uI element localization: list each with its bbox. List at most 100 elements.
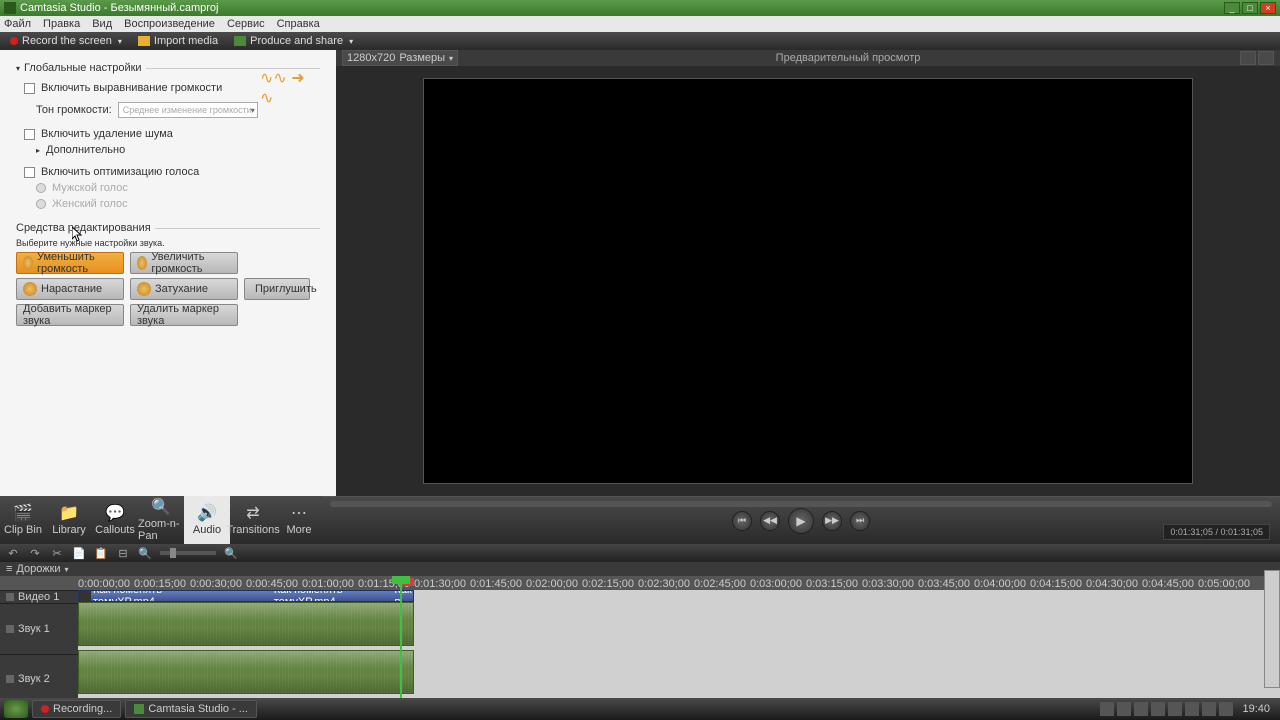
tone-label: Тон громкости: bbox=[36, 104, 112, 116]
noise-removal-label: Включить удаление шума bbox=[41, 128, 173, 140]
video-clip[interactable]: Как поменять темуXP.mp4Как поменять тему… bbox=[78, 590, 414, 602]
menu-bar: Файл Правка Вид Воспроизведение Сервис С… bbox=[0, 16, 1280, 32]
close-button[interactable]: × bbox=[1260, 2, 1276, 14]
video-canvas bbox=[423, 78, 1193, 484]
tray-icon[interactable] bbox=[1151, 702, 1165, 716]
fade-in-button[interactable]: Нарастание bbox=[16, 278, 124, 300]
timeline-vscroll[interactable] bbox=[1264, 570, 1280, 688]
left-panel: ▾Глобальные настройки Включить выравнива… bbox=[0, 50, 336, 496]
cut-button[interactable]: ✂ bbox=[50, 546, 64, 560]
volume-up-icon bbox=[137, 256, 147, 270]
preview-option1-button[interactable] bbox=[1240, 51, 1256, 65]
timeline-area[interactable]: 0:00:00;000:00:15;000:00:30;000:00:45;00… bbox=[78, 576, 1280, 704]
voice-optimize-checkbox[interactable] bbox=[24, 167, 35, 178]
step-fwd-button[interactable]: ▶▶ bbox=[822, 511, 842, 531]
edit-tools-header: Средства редактирования bbox=[16, 222, 320, 234]
tray-icon[interactable] bbox=[1202, 702, 1216, 716]
tab-clip-bin[interactable]: 🎬Clip Bin bbox=[0, 496, 46, 544]
track-video-1[interactable]: Видео 1 bbox=[0, 590, 78, 603]
fade-out-button[interactable]: Затухание bbox=[130, 278, 238, 300]
step-back-button[interactable]: ◀◀ bbox=[760, 511, 780, 531]
windows-taskbar: Recording... Camtasia Studio - ... 19:40 bbox=[0, 698, 1280, 720]
add-marker-button[interactable]: Добавить маркер звука bbox=[16, 304, 124, 326]
preview-title: Предварительный просмотр bbox=[458, 52, 1238, 64]
preview-option2-button[interactable] bbox=[1258, 51, 1274, 65]
female-voice-radio bbox=[36, 199, 46, 209]
next-button[interactable]: ⏭ bbox=[850, 511, 870, 531]
record-screen-button[interactable]: Record the screen▾ bbox=[4, 33, 128, 49]
transitions-icon: ⇄ bbox=[242, 504, 264, 522]
tab-transitions[interactable]: ⇄Transitions bbox=[230, 496, 276, 544]
track-audio-1[interactable]: Звук 1 bbox=[0, 603, 78, 654]
preview-panel: 1280x720 Размеры ▾ Предварительный просм… bbox=[336, 50, 1280, 496]
tab-audio[interactable]: 🔊Audio bbox=[184, 496, 230, 544]
import-media-button[interactable]: Import media bbox=[132, 33, 224, 49]
volume-down-button[interactable]: Уменьшить громкость bbox=[16, 252, 124, 274]
minimize-button[interactable]: _ bbox=[1224, 2, 1240, 14]
menu-service[interactable]: Сервис bbox=[227, 18, 265, 30]
playhead[interactable] bbox=[400, 576, 402, 704]
taskbar-recording[interactable]: Recording... bbox=[32, 700, 121, 718]
male-voice-radio bbox=[36, 183, 46, 193]
waveform-icon: ∿∿ ➜ ∿ bbox=[260, 78, 320, 98]
menu-view[interactable]: Вид bbox=[92, 18, 112, 30]
taskbar-clock[interactable]: 19:40 bbox=[1236, 703, 1276, 715]
record-icon bbox=[10, 37, 18, 45]
delete-marker-button[interactable]: Удалить маркер звука bbox=[130, 304, 238, 326]
zoom-in-button[interactable]: 🔍 bbox=[224, 546, 238, 560]
zoom-out-button[interactable]: 🔍 bbox=[138, 546, 152, 560]
audio-clip-1[interactable] bbox=[78, 602, 414, 646]
voice-optimize-label: Включить оптимизацию голоса bbox=[41, 166, 199, 178]
timecode-display: 0:01:31;05 / 0:01:31;05 bbox=[1163, 524, 1270, 540]
timeline-toolbar: ↶ ↷ ✂ 📄 📋 ⊟ 🔍 🔍 bbox=[0, 544, 1280, 562]
audio-icon: 🔊 bbox=[196, 504, 218, 522]
track-audio-2[interactable]: Звук 2 bbox=[0, 654, 78, 705]
advanced-toggle[interactable]: ▸Дополнительно bbox=[36, 144, 320, 156]
tray-icon[interactable] bbox=[1168, 702, 1182, 716]
tab-bar: 🎬Clip Bin 📁Library 💬Callouts 🔍Zoom-n-Pan… bbox=[0, 496, 1280, 544]
menu-playback[interactable]: Воспроизведение bbox=[124, 18, 215, 30]
tab-more[interactable]: ⋯More bbox=[276, 496, 322, 544]
time-ruler[interactable]: 0:00:00;000:00:15;000:00:30;000:00:45;00… bbox=[78, 576, 1280, 590]
copy-button[interactable]: 📄 bbox=[72, 546, 86, 560]
zoom-slider[interactable] bbox=[160, 551, 216, 555]
main-toolbar: Record the screen▾ Import media Produce … bbox=[0, 32, 1280, 50]
tone-combo[interactable]: Среднее изменение громкости bbox=[118, 102, 258, 118]
more-icon: ⋯ bbox=[288, 504, 310, 522]
split-button[interactable]: ⊟ bbox=[116, 546, 130, 560]
tray-icon[interactable] bbox=[1134, 702, 1148, 716]
produce-share-button[interactable]: Produce and share▾ bbox=[228, 33, 359, 49]
menu-file[interactable]: Файл bbox=[4, 18, 31, 30]
app-title: Camtasia Studio - Безымянный.camproj bbox=[20, 2, 218, 14]
tab-library[interactable]: 📁Library bbox=[46, 496, 92, 544]
tab-callouts[interactable]: 💬Callouts bbox=[92, 496, 138, 544]
redo-button[interactable]: ↷ bbox=[28, 546, 42, 560]
undo-button[interactable]: ↶ bbox=[6, 546, 20, 560]
share-icon bbox=[234, 36, 246, 46]
tray-icon[interactable] bbox=[1100, 702, 1114, 716]
noise-removal-checkbox[interactable] bbox=[24, 129, 35, 140]
volume-leveling-checkbox[interactable] bbox=[24, 83, 35, 94]
paste-button[interactable]: 📋 bbox=[94, 546, 108, 560]
start-button[interactable] bbox=[4, 700, 28, 718]
playback-scrubber[interactable] bbox=[330, 501, 1272, 507]
folder-icon bbox=[138, 36, 150, 46]
prev-button[interactable]: ⏮ bbox=[732, 511, 752, 531]
tray-icon[interactable] bbox=[1185, 702, 1199, 716]
maximize-button[interactable]: □ bbox=[1242, 2, 1258, 14]
tray-icon[interactable] bbox=[1219, 702, 1233, 716]
timeline: Видео 1 Звук 1 Звук 2 0:00:00;000:00:15;… bbox=[0, 576, 1280, 704]
fade-out-icon bbox=[137, 282, 151, 296]
tray-icon[interactable] bbox=[1117, 702, 1131, 716]
mute-button[interactable]: Приглушить bbox=[244, 278, 310, 300]
audio-clip-2[interactable] bbox=[78, 650, 414, 694]
menu-edit[interactable]: Правка bbox=[43, 18, 80, 30]
tab-zoom[interactable]: 🔍Zoom-n-Pan bbox=[138, 496, 184, 544]
play-button[interactable]: ▶ bbox=[788, 508, 814, 534]
volume-up-button[interactable]: Увеличить громкость bbox=[130, 252, 238, 274]
taskbar-camtasia[interactable]: Camtasia Studio - ... bbox=[125, 700, 257, 718]
tracks-header[interactable]: ≡Дорожки▾ bbox=[0, 562, 1280, 576]
menu-help[interactable]: Справка bbox=[277, 18, 320, 30]
library-icon: 📁 bbox=[58, 504, 80, 522]
dimensions-selector[interactable]: 1280x720 Размеры ▾ bbox=[342, 50, 458, 66]
